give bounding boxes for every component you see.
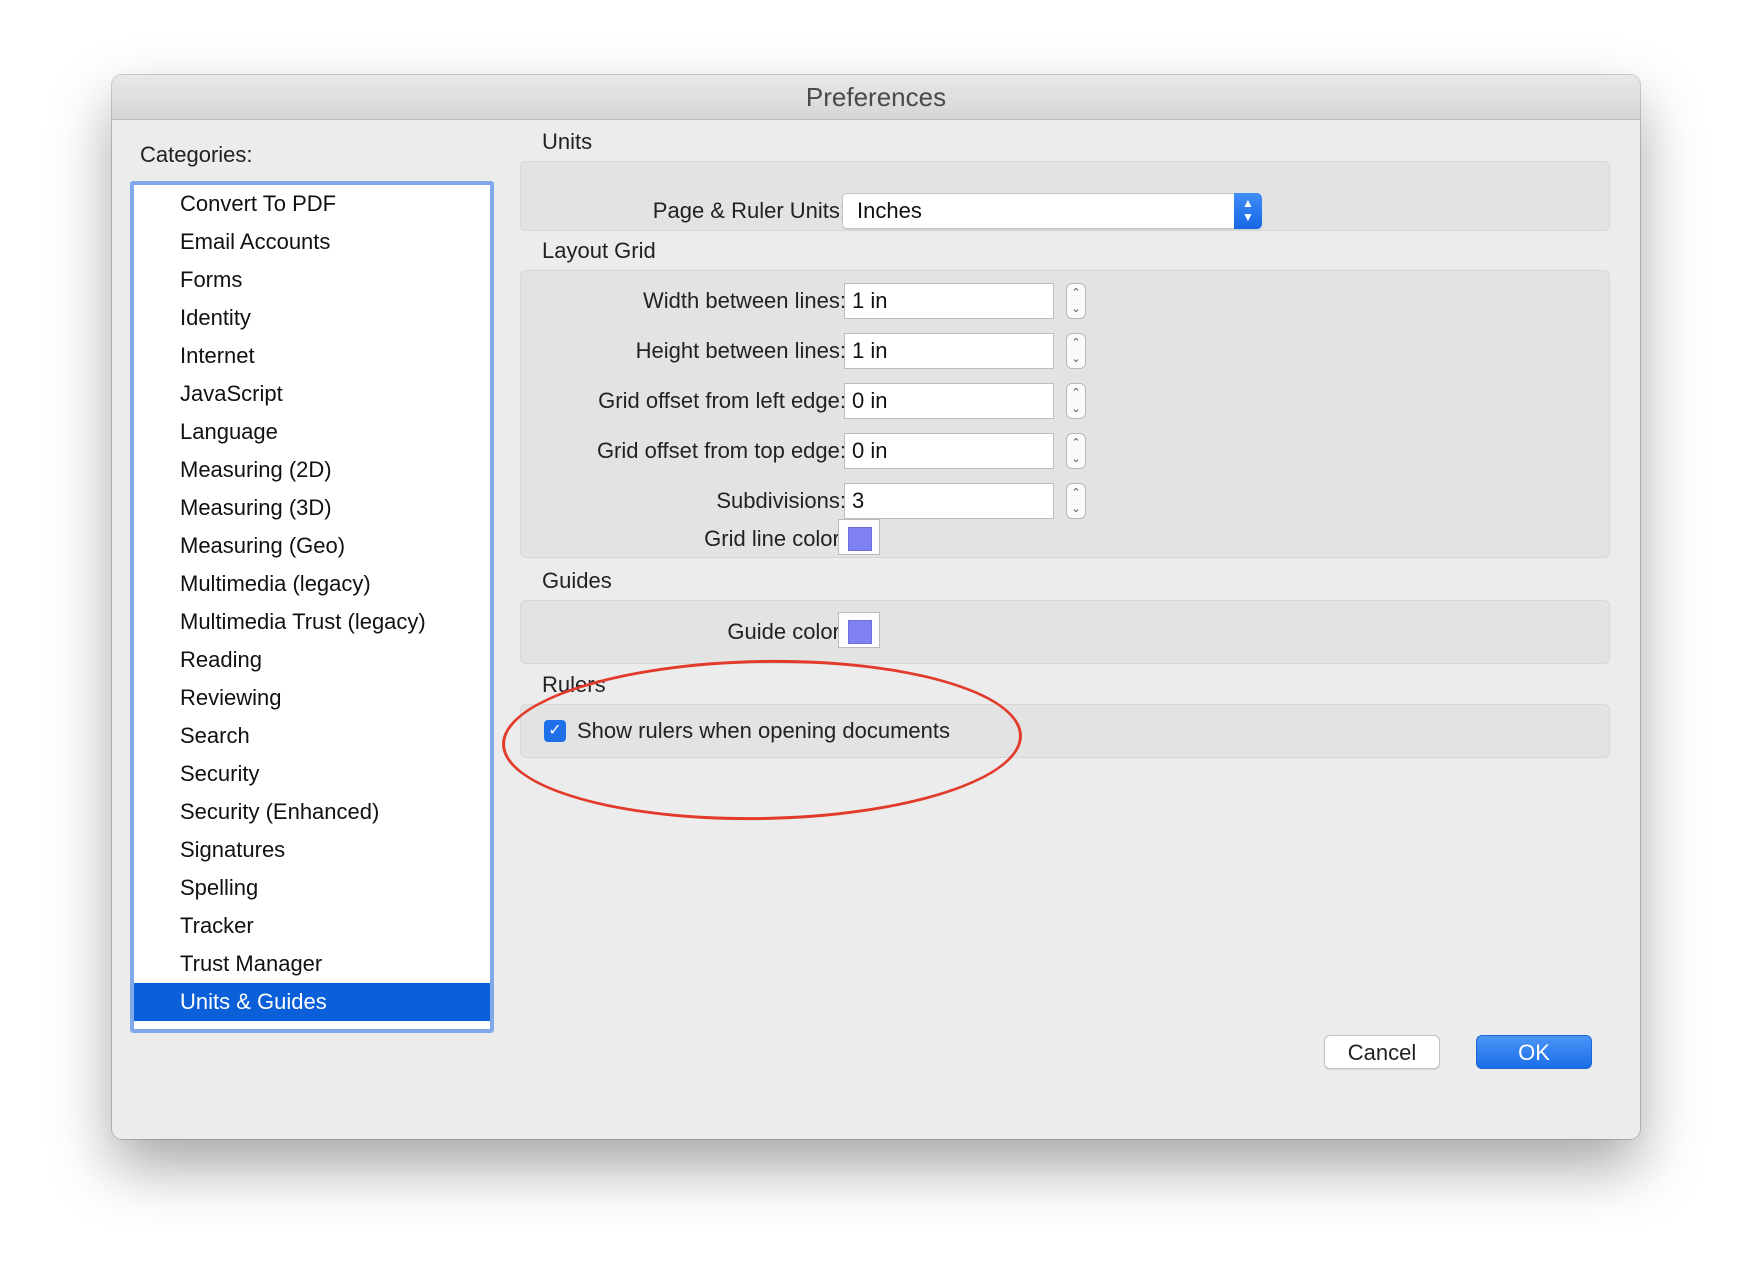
category-item[interactable]: JavaScript (134, 375, 490, 413)
grid-field-input[interactable]: 0 in (844, 433, 1054, 469)
category-item[interactable]: Spelling (134, 869, 490, 907)
grid-line-color-well[interactable] (838, 519, 880, 555)
category-item[interactable]: Language (134, 413, 490, 451)
grid-line-color-label: Grid line color: (704, 526, 846, 551)
grid-field-label: Width between lines: (643, 288, 846, 313)
cancel-button[interactable]: Cancel (1324, 1035, 1440, 1069)
category-item[interactable]: Multimedia Trust (legacy) (134, 603, 490, 641)
category-item[interactable]: Measuring (2D) (134, 451, 490, 489)
category-item[interactable]: Email Accounts (134, 223, 490, 261)
page-ruler-units-label: Page & Ruler Units: (652, 198, 846, 223)
guides-section-title: Guides (542, 568, 612, 593)
preferences-window: Preferences Categories: Convert To PDF Em… (112, 75, 1640, 1139)
units-section-title: Units (542, 129, 593, 154)
category-item[interactable]: Measuring (3D) (134, 489, 490, 527)
category-item[interactable]: Security (Enhanced) (134, 793, 490, 831)
grid-field-input[interactable]: 1 in (844, 333, 1054, 369)
category-item[interactable]: Security (134, 755, 490, 793)
guide-color-label: Guide color: (727, 619, 846, 644)
category-item[interactable]: Identity (134, 299, 490, 337)
window-title: Preferences (112, 75, 1640, 120)
stepper-arrows-icon[interactable]: ⌃ ⌄ (1066, 433, 1086, 469)
category-item[interactable]: Internet (134, 337, 490, 375)
category-item[interactable]: Forms (134, 261, 490, 299)
stepper-arrows-icon[interactable]: ⌃ ⌄ (1066, 483, 1086, 519)
grid-field-label: Subdivisions: (716, 488, 846, 513)
page-ruler-units-value: Inches (857, 198, 922, 223)
ok-button[interactable]: OK (1476, 1035, 1592, 1069)
category-item[interactable]: Reviewing (134, 679, 490, 717)
grid-field-label: Grid offset from left edge: (598, 388, 846, 413)
category-item[interactable]: Search (134, 717, 490, 755)
category-item[interactable]: Convert To PDF (134, 185, 490, 223)
category-item[interactable]: Updater (134, 1021, 490, 1029)
categories-list[interactable]: Convert To PDF Email Accounts Forms Identit… (130, 181, 494, 1033)
stepper-arrows-icon[interactable]: ⌃ ⌄ (1066, 283, 1086, 319)
grid-field-label: Height between lines: (635, 338, 846, 363)
popup-arrows-icon: ▲ ▼ (1234, 193, 1262, 229)
stepper-arrows-icon[interactable]: ⌃ ⌄ (1066, 383, 1086, 419)
grid-field-input[interactable]: 0 in (844, 383, 1054, 419)
categories-label: Categories: (140, 142, 253, 167)
grid-field-input[interactable]: 1 in (844, 283, 1054, 319)
category-item[interactable]: Signatures (134, 831, 490, 869)
grid-line-color-swatch (848, 527, 872, 551)
category-item[interactable]: Tracker (134, 907, 490, 945)
guide-color-swatch (848, 620, 872, 644)
guide-color-well[interactable] (838, 612, 880, 648)
category-item[interactable]: Trust Manager (134, 945, 490, 983)
category-item[interactable]: Multimedia (legacy) (134, 565, 490, 603)
layout-grid-section-title: Layout Grid (542, 238, 656, 263)
category-item[interactable]: Units & Guides (134, 983, 490, 1021)
category-item[interactable]: Measuring (Geo) (134, 527, 490, 565)
page-ruler-units-select[interactable]: Inches ▲ ▼ (842, 193, 1262, 229)
grid-field-input[interactable]: 3 (844, 483, 1054, 519)
grid-field-label: Grid offset from top edge: (596, 438, 846, 463)
stepper-arrows-icon[interactable]: ⌃ ⌄ (1066, 333, 1086, 369)
category-item[interactable]: Reading (134, 641, 490, 679)
